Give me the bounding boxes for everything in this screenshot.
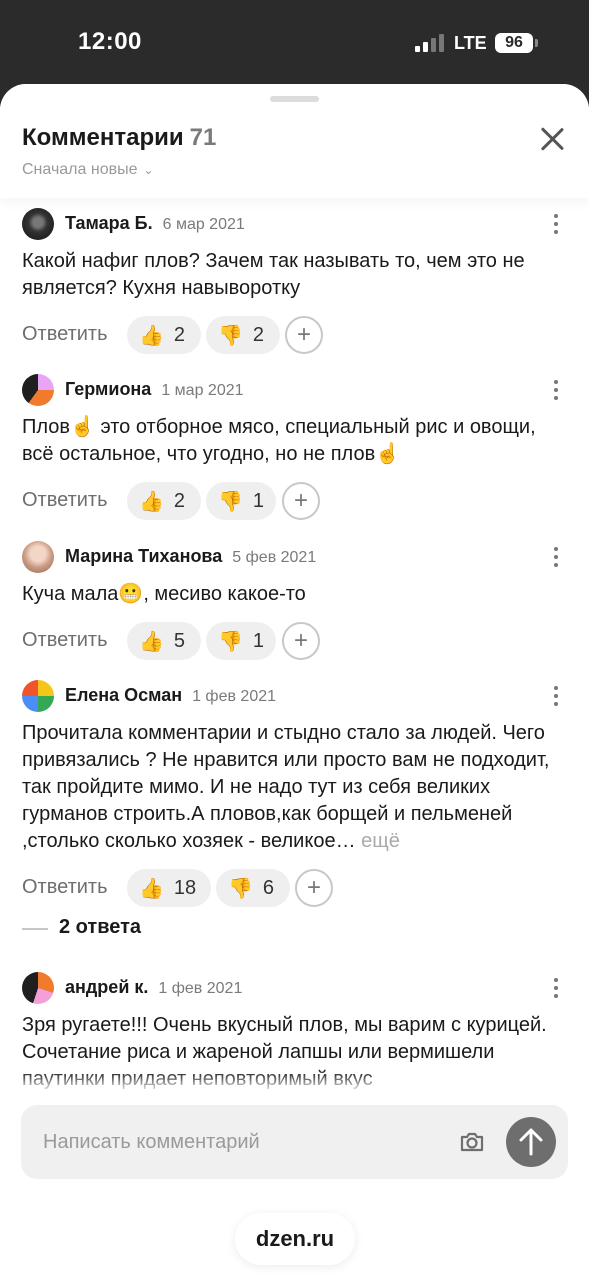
replies-count: 2 ответа — [59, 916, 142, 938]
reply-button[interactable]: Ответить — [22, 876, 108, 899]
like-button[interactable]: 👍 2 — [127, 316, 201, 354]
comment-text: Куча мала😬, месиво какое-то — [22, 583, 306, 605]
add-reaction-button[interactable]: + — [282, 482, 320, 520]
comment-item: Тамара Б. 6 мар 2021 Какой нафиг плов? За… — [22, 208, 567, 354]
add-reaction-button[interactable]: + — [285, 316, 323, 354]
add-reaction-button[interactable]: + — [295, 869, 333, 907]
avatar[interactable] — [22, 680, 54, 712]
comment-author[interactable]: Марина Тиханова 5 фев 2021 — [65, 546, 316, 567]
like-count: 18 — [173, 876, 197, 899]
like-button[interactable]: 👍 5 — [127, 622, 201, 660]
comment-date: 6 мар 2021 — [162, 216, 245, 233]
reply-button[interactable]: Ответить — [22, 323, 108, 346]
comment-item: Марина Тиханова 5 фев 2021 Куча мала😬, ме… — [22, 541, 567, 660]
like-count: 5 — [173, 629, 186, 652]
reply-button[interactable]: Ответить — [22, 629, 108, 652]
comment-input[interactable] — [43, 1123, 443, 1161]
thumbs-up-icon: 👍 — [139, 490, 164, 513]
send-button[interactable] — [506, 1117, 556, 1167]
comment-date: 5 фев 2021 — [232, 549, 317, 566]
dislike-button[interactable]: 👎 6 — [216, 869, 290, 907]
thumbs-up-icon: 👍 — [139, 630, 164, 653]
chevron-down-icon: ⌄ — [143, 163, 154, 177]
status-bar: 12:00 LTE 96 — [0, 0, 589, 84]
thumbs-down-icon: 👎 — [218, 630, 243, 653]
kebab-icon[interactable] — [553, 547, 559, 567]
kebab-icon[interactable] — [553, 214, 559, 234]
avatar[interactable] — [22, 208, 54, 240]
comment-date: 1 фев 2021 — [158, 980, 243, 997]
comment-composer — [21, 1105, 568, 1179]
comment-author[interactable]: Гермиона 1 мар 2021 — [65, 379, 244, 400]
dislike-button[interactable]: 👎 1 — [206, 622, 276, 660]
thumbs-down-icon: 👎 — [228, 877, 253, 900]
comments-count: 71 — [189, 124, 217, 151]
comment-text: Зря ругаете!!! Очень вкусный плов, мы ва… — [22, 1014, 547, 1090]
expand-text-link[interactable]: ещё — [361, 830, 400, 852]
like-button[interactable]: 👍 2 — [127, 482, 201, 520]
battery-tip — [535, 39, 538, 47]
composer-area: dzen.ru — [0, 1089, 589, 1280]
thumbs-up-icon: 👍 — [139, 324, 164, 347]
comment-item: андрей к. 1 фев 2021 Зря ругаете!!! Очень… — [22, 972, 567, 1093]
comment-author[interactable]: Елена Осман 1 фев 2021 — [65, 685, 276, 706]
comment-text: Какой нафиг плов? Зачем так называть то,… — [22, 250, 525, 299]
comments-sheet: Тамара Б. 6 мар 2021 Какой нафиг плов? За… — [0, 84, 589, 1280]
reply-button[interactable]: Ответить — [22, 489, 108, 512]
close-icon[interactable] — [537, 124, 567, 154]
page-title: Комментарии 71 — [22, 124, 217, 151]
thumbs-down-icon: 👎 — [218, 324, 243, 347]
sort-dropdown[interactable]: Сначала новые ⌄ — [22, 161, 154, 179]
avatar[interactable] — [22, 374, 54, 406]
avatar[interactable] — [22, 972, 54, 1004]
thumbs-down-icon: 👎 — [218, 490, 243, 513]
avatar[interactable] — [22, 541, 54, 573]
dislike-count: 6 — [262, 876, 275, 899]
dislike-count: 2 — [252, 323, 265, 346]
comment-author[interactable]: андрей к. 1 фев 2021 — [65, 977, 242, 998]
network-type: LTE — [454, 33, 487, 53]
dislike-button[interactable]: 👎 1 — [206, 482, 276, 520]
comment-text: Прочитала комментарии и стыдно стало за … — [22, 722, 550, 852]
sheet-header: Комментарии 71 Сначала новые ⌄ — [0, 84, 589, 198]
like-count: 2 — [173, 489, 186, 512]
thumbs-up-icon: 👍 — [139, 877, 164, 900]
camera-icon[interactable] — [458, 1128, 486, 1156]
battery-icon: 96 — [495, 33, 533, 53]
dislike-count: 1 — [252, 489, 265, 512]
like-button[interactable]: 👍 18 — [127, 869, 211, 907]
replies-divider — [22, 928, 48, 930]
comment-text: Плов☝️ это отборное мясо, специальный ри… — [22, 416, 536, 465]
dislike-button[interactable]: 👎 2 — [206, 316, 280, 354]
kebab-icon[interactable] — [553, 380, 559, 400]
drag-handle[interactable] — [270, 96, 319, 102]
comment-author[interactable]: Тамара Б. 6 мар 2021 — [65, 213, 245, 234]
signal-icon — [415, 34, 445, 52]
domain-label[interactable]: dzen.ru — [235, 1213, 355, 1265]
comment-date: 1 мар 2021 — [161, 382, 244, 399]
add-reaction-button[interactable]: + — [282, 622, 320, 660]
kebab-icon[interactable] — [553, 686, 559, 706]
comment-item: Гермиона 1 мар 2021 Плов☝️ это отборное м… — [22, 374, 567, 520]
arrow-up-icon — [519, 1128, 543, 1156]
comment-item: Елена Осман 1 фев 2021 Прочитала коммента… — [22, 680, 567, 907]
like-count: 2 — [173, 323, 186, 346]
dislike-count: 1 — [252, 629, 265, 652]
kebab-icon[interactable] — [553, 978, 559, 998]
status-time: 12:00 — [78, 28, 142, 55]
comment-date: 1 фев 2021 — [192, 688, 277, 705]
